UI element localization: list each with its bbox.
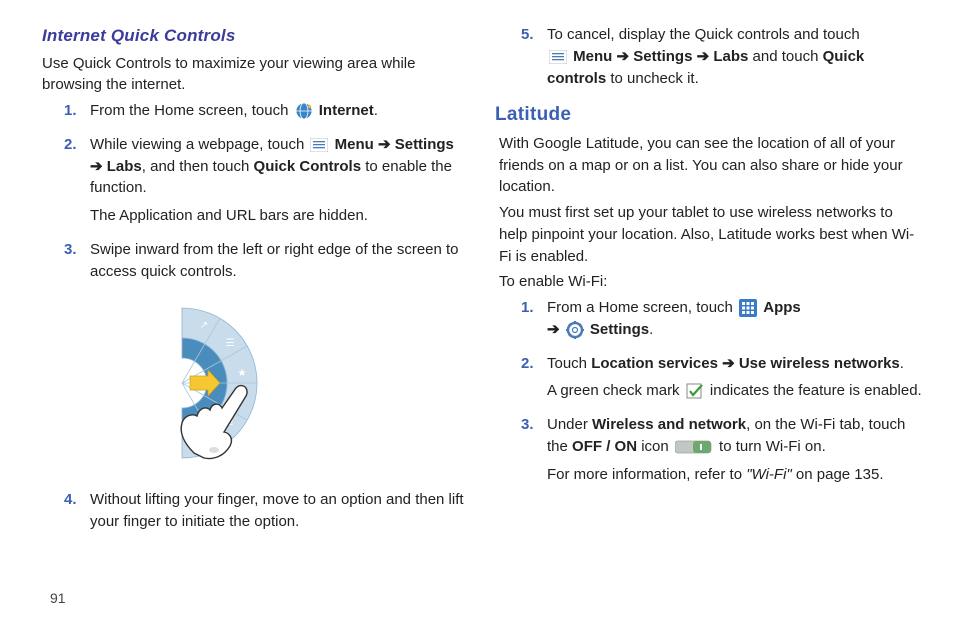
steps-list-right-continued: To cancel, display the Quick controls an… <box>507 24 924 95</box>
step-note: A green check mark <box>547 382 684 399</box>
bold-label: Use wireless networks <box>739 355 900 372</box>
list-item: Swipe inward from the left or right edge… <box>64 239 467 289</box>
page-content: Internet Quick Controls Use Quick Contro… <box>0 0 954 590</box>
step-text: Without lifting your finger, move to an … <box>90 489 467 533</box>
intro-paragraph: Use Quick Controls to maximize your view… <box>42 53 467 97</box>
latitude-paragraph-1: With Google Latitude, you can see the lo… <box>499 133 924 198</box>
step-text: . <box>374 102 378 119</box>
heading-internet-quick-controls: Internet Quick Controls <box>42 24 467 49</box>
bold-label: Settings <box>395 136 454 153</box>
steps-list-left: From the Home screen, touch Internet. Wh… <box>50 100 467 288</box>
list-item: While viewing a webpage, touch Menu ➔ Se… <box>64 134 467 233</box>
step-text: and touch <box>748 48 822 65</box>
latitude-paragraph-2: You must first set up your tablet to use… <box>499 202 924 267</box>
heading-latitude: Latitude <box>495 101 924 129</box>
toggle-on-icon <box>675 439 713 455</box>
svg-text:★: ★ <box>237 368 246 379</box>
bold-label: Internet <box>319 102 374 119</box>
steps-list-latitude: From a Home screen, touch Apps ➔ Setting… <box>507 297 924 491</box>
list-item: From a Home screen, touch Apps ➔ Setting… <box>521 297 924 347</box>
step-text: , and then touch <box>142 158 254 175</box>
step-text: While viewing a webpage, touch <box>90 136 308 153</box>
apps-icon <box>739 299 757 317</box>
steps-list-left-continued: Without lifting your finger, move to an … <box>50 489 467 539</box>
bold-label: Settings <box>590 321 649 338</box>
checkmark-icon <box>686 383 704 399</box>
left-column: Internet Quick Controls Use Quick Contro… <box>50 20 467 580</box>
reference-text: For more information, refer to <box>547 466 746 483</box>
bold-label: Location services <box>591 355 718 372</box>
list-item: From the Home screen, touch Internet. <box>64 100 467 128</box>
arrow-icon: ➔ <box>612 48 633 65</box>
svg-text:☰: ☰ <box>225 338 234 349</box>
step-text: Touch <box>547 355 591 372</box>
list-item: To cancel, display the Quick controls an… <box>521 24 924 95</box>
arrow-icon: ➔ <box>90 158 107 175</box>
step-text: icon <box>637 438 673 455</box>
bold-label: Quick Controls <box>254 158 362 175</box>
latitude-paragraph-3: To enable Wi-Fi: <box>499 271 924 293</box>
arrow-icon: ➔ <box>692 48 713 65</box>
step-text: . <box>649 321 653 338</box>
quick-controls-figure: ↗ ☰ ★ ▭ ≡ + × <box>50 298 467 475</box>
step-text: From the Home screen, touch <box>90 102 293 119</box>
internet-icon <box>295 102 313 120</box>
step-text: Under <box>547 416 592 433</box>
step-text: . <box>900 355 904 372</box>
svg-text:↗: ↗ <box>199 320 207 331</box>
page-number: 91 <box>0 590 954 606</box>
bold-label: OFF / ON <box>572 438 637 455</box>
menu-icon <box>310 138 328 152</box>
arrow-icon: ➔ <box>718 355 739 372</box>
bold-label: Wireless and network <box>592 416 746 433</box>
bold-label: Menu <box>335 136 374 153</box>
arrow-icon: ➔ <box>374 136 395 153</box>
step-text: From a Home screen, touch <box>547 299 737 316</box>
step-text: to uncheck it. <box>606 70 699 87</box>
bold-label: Menu <box>573 48 612 65</box>
list-item: Without lifting your finger, move to an … <box>64 489 467 539</box>
right-column: To cancel, display the Quick controls an… <box>507 20 924 580</box>
step-text: Swipe inward from the left or right edge… <box>90 239 467 283</box>
bold-label: Settings <box>633 48 692 65</box>
step-note: The Application and URL bars are hidden. <box>90 205 467 227</box>
menu-icon <box>549 50 567 64</box>
step-text: to turn Wi-Fi on. <box>715 438 826 455</box>
reference-text: on page 135. <box>792 466 884 483</box>
bold-label: Labs <box>107 158 142 175</box>
settings-gear-icon <box>566 321 584 339</box>
reference-link: "Wi-Fi" <box>746 466 792 483</box>
step-note: indicates the feature is enabled. <box>706 382 922 399</box>
list-item: Under Wireless and network, on the Wi-Fi… <box>521 414 924 491</box>
list-item: Touch Location services ➔ Use wireless n… <box>521 353 924 409</box>
step-text: To cancel, display the Quick controls an… <box>547 26 860 43</box>
arrow-icon: ➔ <box>547 321 564 338</box>
bold-label: Apps <box>763 299 801 316</box>
bold-label: Labs <box>713 48 748 65</box>
